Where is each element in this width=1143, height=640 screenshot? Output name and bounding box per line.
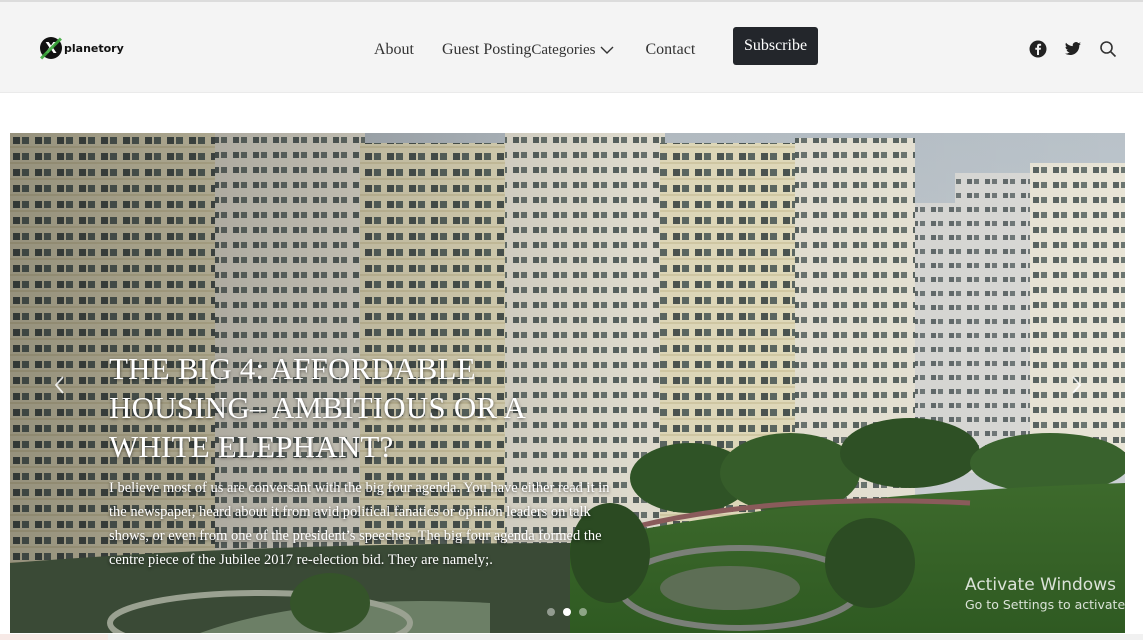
main-nav: About Guest Posting Categories Contact bbox=[374, 36, 695, 64]
slider-pagination bbox=[547, 608, 587, 616]
chevron-left-icon[interactable] bbox=[48, 373, 72, 397]
logo-mark-icon: X bbox=[40, 37, 62, 59]
chevron-right-icon[interactable] bbox=[1064, 373, 1088, 397]
subscribe-button[interactable]: Subscribe bbox=[733, 27, 818, 65]
slider-dot-1[interactable] bbox=[547, 608, 555, 616]
watermark-title: Activate Windows bbox=[965, 575, 1116, 595]
slide-title[interactable]: THE BIG 4: AFFORDABLE HOUSING– AMBITIOUS… bbox=[109, 349, 629, 466]
hero-slider: THE BIG 4: AFFORDABLE HOUSING– AMBITIOUS… bbox=[10, 133, 1125, 633]
twitter-icon[interactable] bbox=[1064, 40, 1082, 58]
activate-windows-watermark: Activate Windows Go to Settings to activ… bbox=[965, 574, 1143, 614]
nav-categories-label: Categories bbox=[531, 41, 596, 58]
slide-excerpt: I believe most of us are conversant with… bbox=[109, 480, 610, 568]
nav-about[interactable]: About bbox=[374, 41, 414, 59]
nav-guest-posting[interactable]: Guest Posting bbox=[442, 41, 531, 59]
nav-contact[interactable]: Contact bbox=[646, 41, 696, 59]
slider-dot-3[interactable] bbox=[579, 608, 587, 616]
watermark-subtitle: Go to Settings to activate Windows. bbox=[965, 597, 1143, 612]
logo-wordmark: planetory bbox=[64, 41, 124, 55]
chevron-down-icon bbox=[600, 46, 613, 54]
bottom-edge bbox=[0, 634, 1143, 640]
search-icon[interactable] bbox=[1099, 40, 1117, 58]
nav-categories[interactable]: Categories bbox=[531, 42, 613, 59]
site-logo[interactable]: X planetory bbox=[40, 33, 124, 63]
slide-caption: THE BIG 4: AFFORDABLE HOUSING– AMBITIOUS… bbox=[109, 349, 629, 572]
slider-dot-2[interactable] bbox=[563, 608, 571, 616]
facebook-icon[interactable] bbox=[1029, 40, 1047, 58]
site-header: X planetory About Guest Posting Categori… bbox=[0, 2, 1143, 93]
